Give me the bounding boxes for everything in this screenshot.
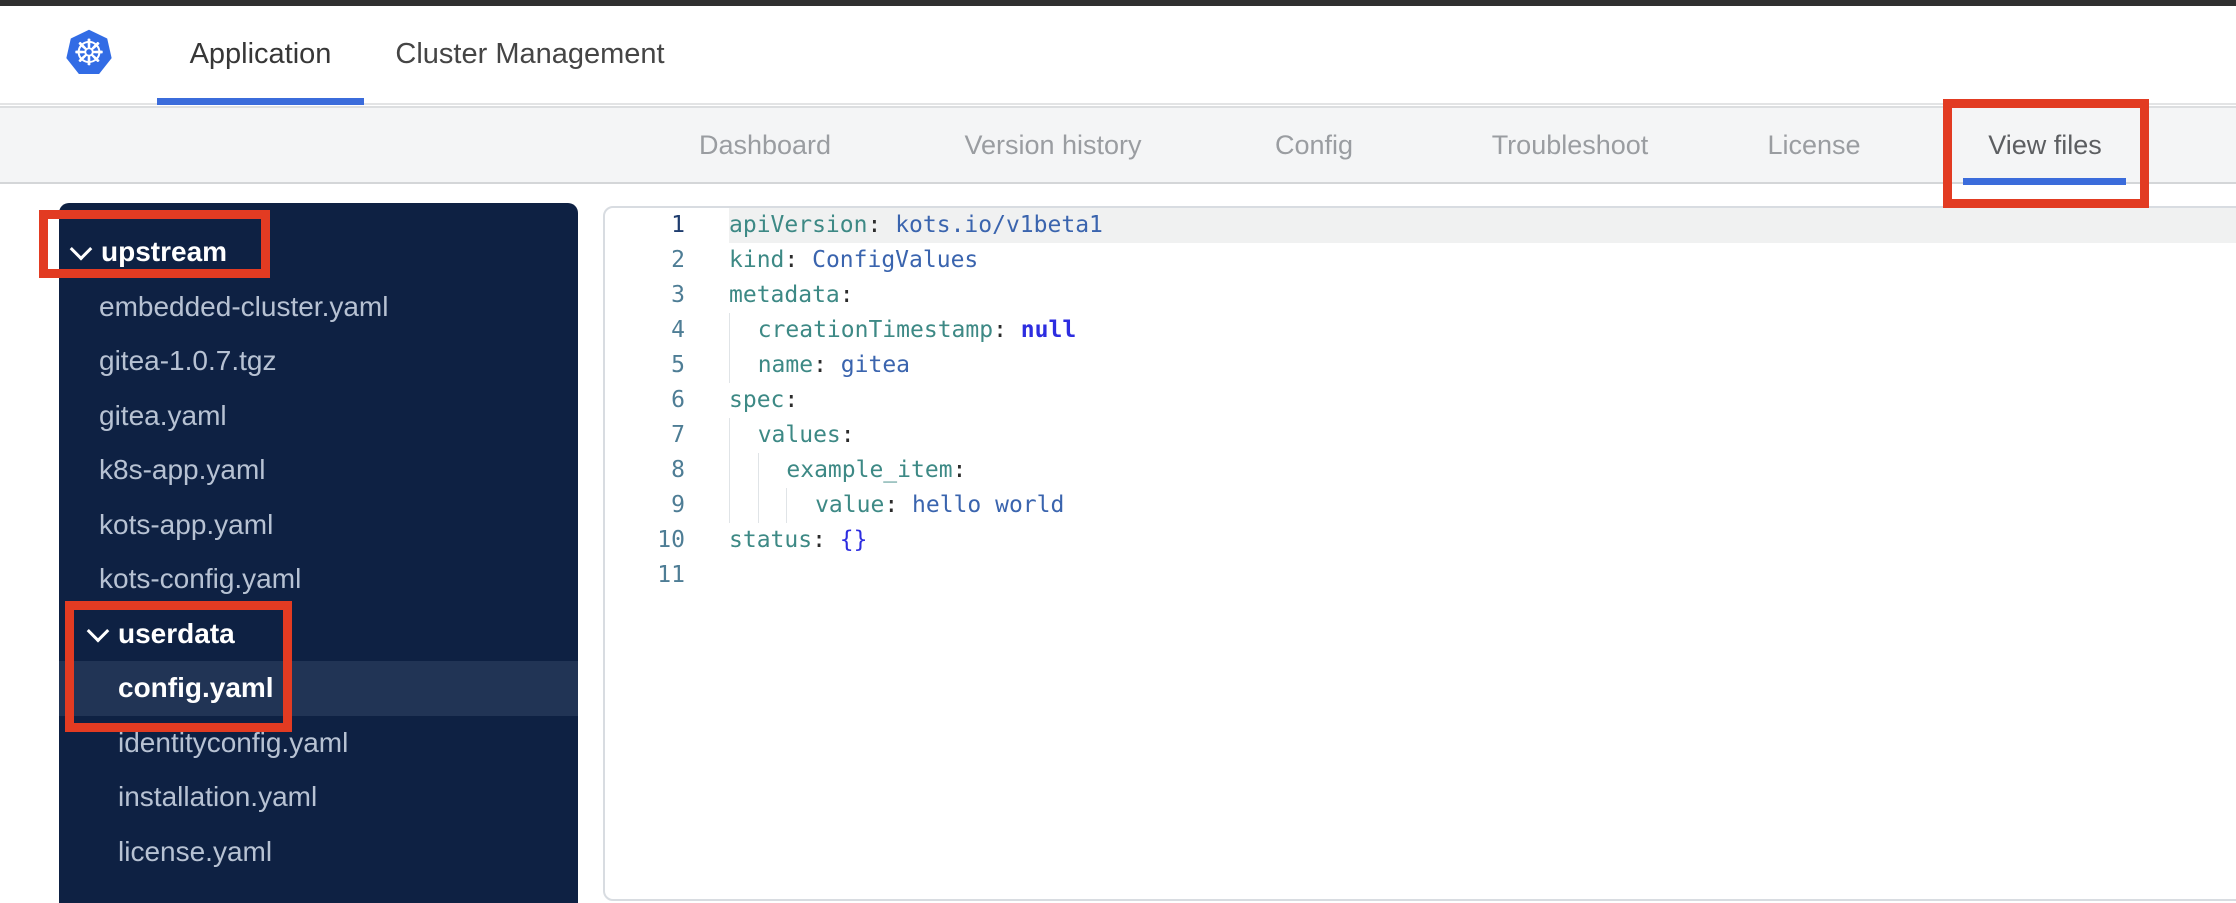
line-number: 1 [671, 212, 685, 238]
subnav-tab-license[interactable]: License [1767, 108, 1860, 182]
code-line-3: 3 metadata: [605, 278, 2236, 313]
code-line-content: apiVersion: kots.io/v1beta1 [729, 208, 2236, 243]
code-line-11: 11 [605, 558, 2236, 593]
code-line-content: creationTimestamp: null [729, 313, 2236, 348]
code-line-4: 4 creationTimestamp: null [605, 313, 2236, 348]
code-line-content: kind: ConfigValues [729, 247, 979, 273]
subnav-tab-version-history[interactable]: Version history [964, 108, 1141, 182]
subnav-tab-view-files[interactable]: View files [1988, 108, 2102, 182]
indent-guide [757, 453, 787, 488]
view-files-active-underline [1963, 178, 2126, 185]
indent-guide [729, 348, 758, 383]
code-line-content [729, 558, 2236, 593]
chevron-down-icon [86, 619, 110, 643]
code-line-9: 9 value: hello world [605, 488, 2236, 523]
tree-item-installation.yaml[interactable]: installation.yaml [59, 770, 578, 825]
code-line-content: status: {} [729, 527, 868, 553]
tree-item-gitea-1.0.7.tgz[interactable]: gitea-1.0.7.tgz [59, 334, 578, 389]
line-number: 10 [657, 527, 685, 553]
tree-item-label: upstream [101, 236, 228, 268]
indent-guide [729, 488, 758, 523]
tree-item-label: kots-app.yaml [99, 508, 274, 540]
indent-guide [729, 453, 758, 488]
subnav-tab-troubleshoot[interactable]: Troubleshoot [1492, 108, 1649, 182]
line-number: 3 [671, 282, 685, 308]
line-number: 2 [671, 247, 685, 273]
code-line-8: 8 example_item: [605, 453, 2236, 488]
indent-guide [757, 488, 787, 523]
subnav-tab-config[interactable]: Config [1275, 108, 1353, 182]
tree-item-label: kots-config.yaml [99, 563, 302, 595]
code-line-content: values: [729, 418, 2236, 453]
tree-item-gitea.yaml[interactable]: gitea.yaml [59, 389, 578, 444]
indent-guide [729, 418, 758, 453]
tree-item-config.yaml[interactable]: config.yaml [59, 661, 578, 716]
tree-item-label: userdata [118, 617, 235, 649]
line-number: 5 [671, 352, 685, 378]
tree-item-label: gitea.yaml [99, 399, 227, 431]
line-number: 6 [671, 387, 685, 413]
chevron-down-icon [69, 238, 93, 261]
tab-cluster-management[interactable]: Cluster Management [380, 6, 680, 103]
line-number: 8 [671, 457, 685, 483]
tree-item-label: k8s-app.yaml [99, 454, 266, 486]
kubernetes-logo-icon: ☸ [66, 29, 112, 74]
tree-item-userdata[interactable]: userdata [59, 607, 578, 662]
tree-item-kots-config.yaml[interactable]: kots-config.yaml [59, 552, 578, 607]
code-line-5: 5 name: gitea [605, 348, 2236, 383]
file-tree-sidebar: upstream embedded-cluster.yaml gitea-1.0.7… [59, 203, 578, 903]
yaml-file-viewer[interactable]: 1 apiVersion: kots.io/v1beta1 2 kind: Confi… [603, 206, 2236, 901]
subnav-tab-dashboard[interactable]: Dashboard [699, 108, 831, 182]
app-subnav: Dashboard Version history Config Troublesho… [0, 106, 2236, 184]
tree-item-license.yaml[interactable]: license.yaml [59, 825, 578, 880]
app-header: ☸ Application Cluster Management [0, 6, 2236, 105]
code-line-content: name: gitea [729, 348, 2236, 383]
tree-item-kots-app.yaml[interactable]: kots-app.yaml [59, 498, 578, 553]
code-line-content: spec: [729, 387, 799, 413]
tree-item-label: embedded-cluster.yaml [99, 290, 389, 322]
code-line-7: 7 values: [605, 418, 2236, 453]
line-number: 11 [657, 562, 685, 588]
line-number: 7 [671, 422, 685, 448]
code-line-content: value: hello world [729, 488, 2236, 523]
indent-guide [786, 488, 815, 523]
active-tab-underline [157, 98, 364, 105]
tree-item-label: installation.yaml [118, 781, 318, 813]
line-number: 4 [671, 317, 685, 343]
code-line-10: 10 status: {} [605, 523, 2236, 558]
tab-cluster-management-label: Cluster Management [395, 38, 665, 70]
indent-guide [729, 313, 758, 348]
code-line-2: 2 kind: ConfigValues [605, 243, 2236, 278]
tab-application-label: Application [189, 38, 332, 70]
code-line-content: metadata: [729, 282, 854, 308]
tree-item-embedded-cluster.yaml[interactable]: embedded-cluster.yaml [59, 280, 578, 335]
line-number: 9 [671, 492, 685, 518]
tree-item-label: gitea-1.0.7.tgz [99, 345, 277, 377]
tree-item-label: license.yaml [118, 835, 273, 867]
tree-item-upstream[interactable]: upstream [59, 225, 578, 280]
code-line-1: 1 apiVersion: kots.io/v1beta1 [605, 208, 2236, 243]
tree-item-k8s-app.yaml[interactable]: k8s-app.yaml [59, 443, 578, 498]
tab-application[interactable]: Application [157, 6, 364, 105]
code-line-content: example_item: [729, 453, 2236, 488]
tree-item-identityconfig.yaml[interactable]: identityconfig.yaml [59, 716, 578, 771]
code-line-6: 6 spec: [605, 383, 2236, 418]
tree-item-label: config.yaml [118, 672, 274, 704]
tree-item-label: identityconfig.yaml [118, 726, 349, 758]
